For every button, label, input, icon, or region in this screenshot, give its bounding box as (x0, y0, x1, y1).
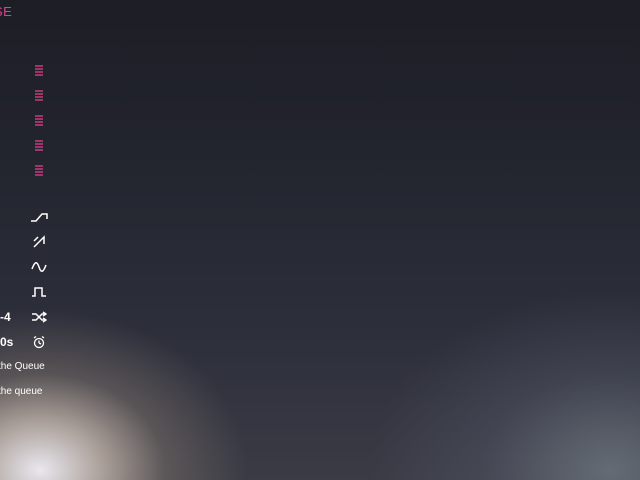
shuffle-icon (30, 308, 48, 326)
lines-icon (30, 161, 48, 179)
alarm-clock-icon (30, 333, 48, 351)
queue-item-1[interactable]: the Queue (0, 361, 45, 372)
lines-icon (30, 111, 48, 129)
mode-timer[interactable]: 0s (0, 331, 80, 353)
square-wave-icon (30, 283, 48, 301)
ramp-step-icon (30, 208, 48, 226)
side-menu: SE (0, 0, 120, 480)
lines-icon (30, 136, 48, 154)
list-item-5[interactable] (0, 159, 80, 181)
ramp-up-icon (30, 233, 48, 251)
list-item-3[interactable] (0, 109, 80, 131)
list-item-2[interactable] (0, 84, 80, 106)
list-item-4[interactable] (0, 134, 80, 156)
list-item-1[interactable] (0, 59, 80, 81)
mode-square[interactable] (0, 281, 80, 303)
mode-ramp-up[interactable] (0, 231, 80, 253)
shuffle-value: -4 (0, 310, 11, 324)
mode-sine[interactable] (0, 256, 80, 278)
timer-value: 0s (0, 335, 14, 349)
menu-header: SE (0, 4, 13, 19)
lines-icon (30, 86, 48, 104)
mode-shuffle[interactable]: -4 (0, 306, 80, 328)
lines-icon (30, 61, 48, 79)
mode-ramp-step[interactable] (0, 206, 80, 228)
sine-wave-icon (30, 258, 48, 276)
queue-item-2[interactable]: the queue (0, 386, 43, 397)
